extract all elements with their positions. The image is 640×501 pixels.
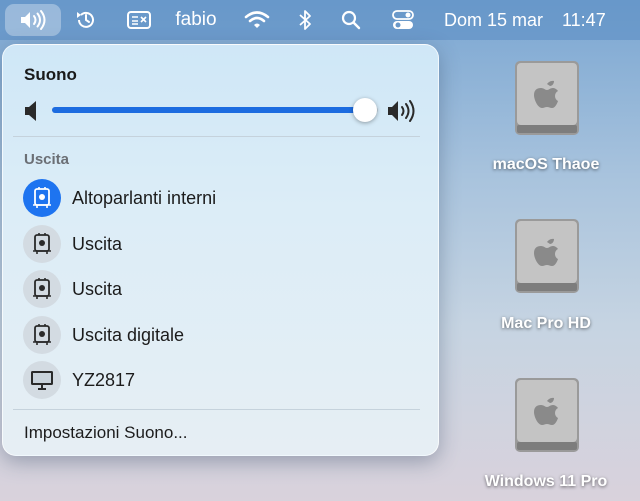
- sound-menu-button[interactable]: [4, 0, 62, 40]
- menubar-date[interactable]: Dom 15 mar: [444, 0, 554, 40]
- output-label: Uscita: [72, 233, 123, 254]
- keyboard-icon: [127, 11, 151, 29]
- wifi-button[interactable]: [243, 0, 271, 40]
- output-item-uscita-1[interactable]: Uscita: [23, 225, 423, 263]
- output-label: Uscita digitale: [72, 324, 185, 345]
- menu-bar: fabio Dom 15 mar 11:47: [0, 0, 640, 40]
- output-section-label: Uscita: [24, 151, 70, 168]
- output-item-internal-speakers[interactable]: Altoparlanti interni: [23, 179, 423, 217]
- volume-low-icon: [25, 101, 36, 121]
- bluetooth-button[interactable]: [296, 0, 314, 40]
- volume-slider[interactable]: [52, 98, 378, 122]
- drive-label: macOS Thaoe: [492, 156, 600, 173]
- sound-settings-link[interactable]: Impostazioni Suono...: [24, 423, 187, 443]
- sound-menu-highlight: [5, 4, 61, 36]
- output-label: YZ2817: [72, 369, 136, 390]
- hard-drive-icon: [515, 378, 579, 452]
- volume-slider-knob[interactable]: [352, 98, 377, 122]
- user-menu[interactable]: fabio: [172, 0, 220, 40]
- divider: [13, 136, 420, 137]
- panel-title: Suono: [24, 65, 77, 84]
- wifi-icon: [244, 11, 270, 28]
- search-icon: [341, 10, 361, 30]
- speaker-device-icon: [33, 324, 51, 345]
- desktop-drive-mac-pro[interactable]: Mac Pro HD: [466, 218, 626, 338]
- desktop-drive-windows[interactable]: Windows 11 Pro: [466, 377, 626, 497]
- speaker-icon: [21, 10, 46, 30]
- output-item-uscita-digitale[interactable]: Uscita digitale: [23, 316, 423, 354]
- bluetooth-icon: [299, 10, 311, 30]
- speaker-device-icon: [33, 187, 51, 208]
- control-center-icon: [392, 10, 414, 29]
- speaker-device-icon: [33, 233, 51, 254]
- control-center-button[interactable]: [390, 0, 416, 40]
- drive-label: Mac Pro HD: [501, 315, 591, 332]
- output-icon-circle: [23, 270, 61, 308]
- spotlight-button[interactable]: [340, 0, 362, 40]
- menubar-time[interactable]: 11:47: [562, 0, 622, 40]
- hard-drive-icon: [515, 61, 579, 135]
- output-label: Uscita: [72, 278, 123, 299]
- divider: [13, 409, 420, 410]
- display-icon: [31, 371, 53, 390]
- speaker-device-icon: [33, 278, 51, 299]
- input-menu-button[interactable]: [126, 0, 152, 40]
- output-item-uscita-2[interactable]: Uscita: [23, 270, 423, 308]
- user-name: fabio: [175, 9, 217, 30]
- output-icon-circle: [23, 316, 61, 354]
- output-icon-circle: [23, 179, 61, 217]
- sound-panel: Suono Uscita Altoparlanti interni Uscita…: [2, 44, 439, 456]
- desktop-drive-macos[interactable]: macOS Thaoe: [466, 60, 626, 180]
- drive-label: Windows 11 Pro: [484, 473, 608, 490]
- volume-slider-fill: [52, 107, 365, 113]
- hard-drive-icon: [515, 219, 579, 293]
- volume-high-icon: [388, 100, 415, 122]
- output-icon-circle: [23, 225, 61, 263]
- time-machine-button[interactable]: [74, 0, 98, 40]
- output-icon-circle: [23, 361, 61, 399]
- output-item-yz2817[interactable]: YZ2817: [23, 361, 423, 399]
- output-label: Altoparlanti interni: [72, 187, 217, 208]
- history-icon: [77, 11, 94, 28]
